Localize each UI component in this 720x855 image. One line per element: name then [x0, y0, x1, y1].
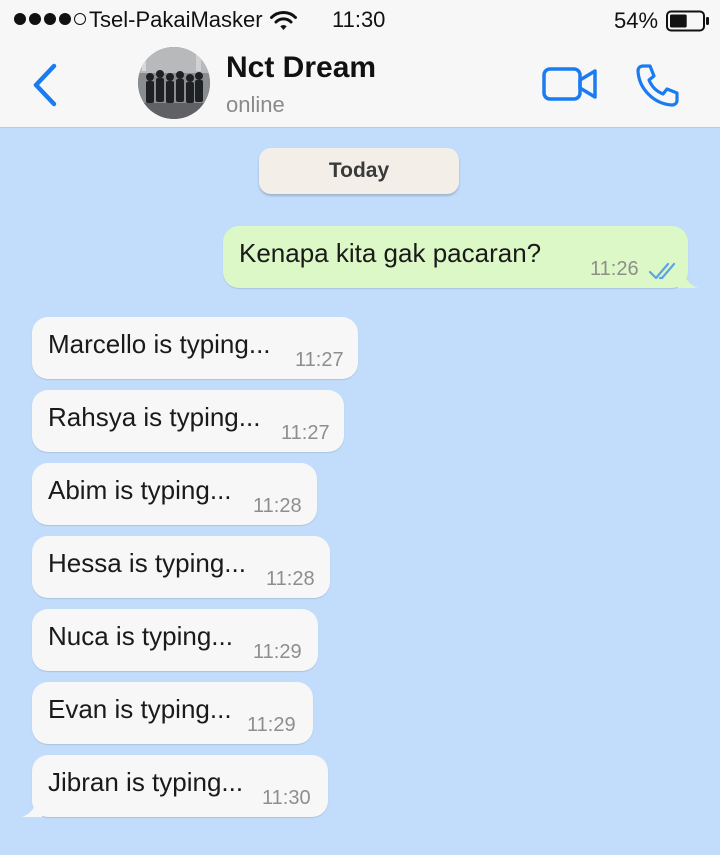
date-separator: Today	[259, 148, 459, 194]
bubble-tail	[22, 797, 42, 817]
status-clock: 11:30	[332, 7, 386, 32]
contact-status: online	[226, 92, 285, 117]
group-photo-icon	[138, 47, 210, 119]
message-text: Kenapa kita gak pacaran?	[239, 238, 542, 268]
cellular-signal-icon	[14, 13, 86, 25]
status-bar: Tsel-PakaiMasker 11:30 54%	[0, 0, 720, 40]
battery-percentage: 54%	[614, 8, 659, 33]
chat-header: Nct Dream online	[0, 40, 720, 128]
message-time: 11:27	[295, 349, 344, 371]
incoming-message[interactable]: Jibran is typing... 11:30	[22, 755, 328, 817]
double-check-read-icon	[648, 262, 676, 280]
incoming-message[interactable]: Hessa is typing... 11:28	[32, 536, 330, 598]
signal-dot	[59, 13, 71, 25]
message-text: Jibran is typing...	[48, 767, 244, 797]
group-avatar[interactable]	[138, 47, 210, 119]
message-time: 11:29	[253, 641, 302, 663]
message-time: 11:28	[266, 568, 315, 590]
outgoing-message[interactable]: Kenapa kita gak pacaran? 11:26	[223, 226, 698, 288]
message-time: 11:26	[590, 258, 639, 280]
message-text: Evan is typing...	[48, 694, 232, 724]
signal-dot	[14, 13, 26, 25]
date-label: Today	[328, 159, 390, 182]
signal-dot	[44, 13, 56, 25]
message-time: 11:29	[247, 714, 296, 736]
back-chevron-icon[interactable]	[30, 62, 60, 108]
message-text: Hessa is typing...	[48, 548, 246, 578]
battery-icon	[666, 10, 709, 32]
message-text: Rahsya is typing...	[48, 402, 261, 432]
message-time: 11:30	[262, 787, 311, 809]
incoming-message[interactable]: Abim is typing... 11:28	[32, 463, 317, 525]
phone-icon[interactable]	[634, 62, 680, 108]
bubble-tail	[678, 268, 698, 288]
signal-dot	[29, 13, 41, 25]
signal-dot-empty	[74, 13, 86, 25]
message-text: Marcello is typing...	[48, 329, 271, 359]
contact-name[interactable]: Nct Dream	[226, 51, 376, 85]
wifi-icon	[270, 11, 297, 30]
message-text: Abim is typing...	[48, 475, 232, 505]
incoming-message[interactable]: Evan is typing... 11:29	[32, 682, 313, 744]
incoming-message[interactable]: Rahsya is typing... 11:27	[32, 390, 344, 452]
incoming-message[interactable]: Marcello is typing... 11:27	[32, 317, 358, 379]
chat-area[interactable]: Today Kenapa kita gak pacaran? 11:26 Mar…	[0, 128, 720, 855]
incoming-message[interactable]: Nuca is typing... 11:29	[32, 609, 318, 671]
message-time: 11:27	[281, 422, 330, 444]
message-time: 11:28	[253, 495, 302, 517]
message-text: Nuca is typing...	[48, 621, 233, 651]
carrier-name: Tsel-PakaiMasker	[89, 7, 263, 32]
video-call-icon[interactable]	[542, 66, 598, 102]
